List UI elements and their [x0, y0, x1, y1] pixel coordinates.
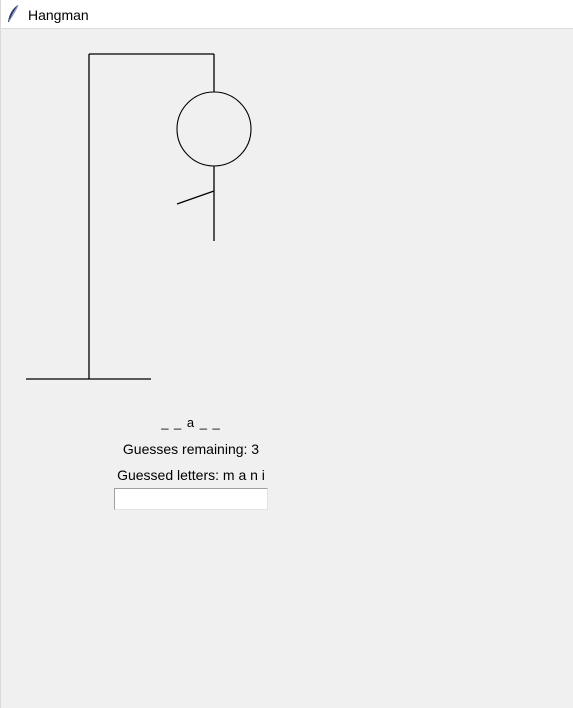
guess-input[interactable]: [114, 488, 268, 510]
guessed-letters-label: Guessed letters: m a n i: [117, 467, 265, 483]
hangman-canvas: [26, 53, 252, 380]
hangman-head: [176, 91, 252, 167]
hangman-window: Hangman _ _ a _ _ Guesses remaining: 3 G…: [0, 0, 573, 708]
guesses-remaining-label: Guesses remaining: 3: [122, 441, 260, 457]
window-title: Hangman: [28, 7, 89, 23]
title-bar: Hangman: [1, 0, 573, 29]
feather-icon: [8, 4, 19, 22]
word-display: _ _ a _ _: [161, 415, 221, 430]
hangman-left-arm: [176, 190, 215, 205]
